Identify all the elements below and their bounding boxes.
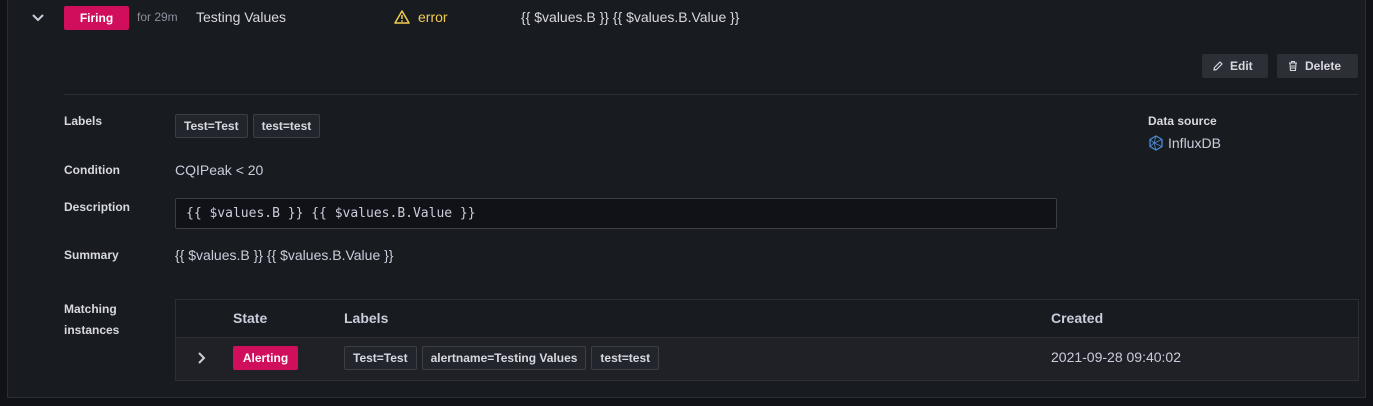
instances-table-header: State Labels Created <box>176 300 1358 338</box>
datasource-value: InfluxDB <box>1148 135 1221 151</box>
summary-value: {{ $values.B }} {{ $values.B.Value }} <box>175 247 394 263</box>
edit-button-label: Edit <box>1230 59 1253 73</box>
section-divider <box>64 94 1358 95</box>
labels-title: Labels <box>64 114 103 128</box>
instance-labels: Test=Test alertname=Testing Values test=… <box>344 346 660 370</box>
description-title: Description <box>64 200 131 214</box>
column-header-state[interactable]: State <box>233 310 267 326</box>
instance-state-badge: Alerting <box>233 346 298 370</box>
label-tag: test=test <box>591 346 660 370</box>
matching-title-line1: Matching <box>64 302 117 316</box>
collapse-rule-toggle[interactable] <box>28 8 48 28</box>
condition-title: Condition <box>64 163 120 177</box>
trash-icon <box>1289 60 1297 72</box>
rule-state-duration: for 29m <box>137 10 178 24</box>
summary-title: Summary <box>64 248 119 262</box>
pen-icon <box>1213 61 1223 71</box>
influxdb-icon <box>1149 135 1163 151</box>
label-tag: Test=Test <box>344 346 417 370</box>
rule-labels: Test=Test test=test <box>175 114 321 138</box>
rule-state-badge: Firing <box>64 6 129 30</box>
instance-created: 2021-09-28 09:40:02 <box>1051 349 1181 365</box>
column-header-created[interactable]: Created <box>1051 310 1103 326</box>
edit-button[interactable]: Edit <box>1202 54 1268 78</box>
chevron-down-icon <box>32 14 44 22</box>
alert-rule-panel: Firing for 29m Testing Values error {{ $… <box>7 0 1366 398</box>
condition-value: CQIPeak < 20 <box>175 162 264 178</box>
datasource-name: InfluxDB <box>1168 135 1221 151</box>
table-row: Alerting Test=Test alertname=Testing Val… <box>176 338 1358 380</box>
rule-health-text: error <box>418 9 448 25</box>
delete-button-label: Delete <box>1305 59 1342 73</box>
chevron-right-icon <box>198 352 206 364</box>
label-tag: test=test <box>252 114 321 138</box>
instances-table: State Labels Created Alerting Test=Test … <box>175 299 1359 381</box>
warning-triangle-icon <box>394 10 410 24</box>
matching-instances-title: Matching instances <box>64 299 119 341</box>
label-tag: alertname=Testing Values <box>421 346 587 370</box>
matching-title-line2: instances <box>64 323 120 337</box>
column-header-labels[interactable]: Labels <box>344 310 388 326</box>
rule-name: Testing Values <box>196 9 287 25</box>
expand-instance-toggle[interactable] <box>192 348 210 368</box>
delete-button[interactable]: Delete <box>1277 54 1358 78</box>
label-tag: Test=Test <box>175 114 248 138</box>
rule-summary: {{ $values.B }} {{ $values.B.Value }} <box>521 9 740 25</box>
datasource-title: Data source <box>1148 114 1217 128</box>
description-box: {{ $values.B }} {{ $values.B.Value }} <box>175 198 1057 229</box>
rule-health: error <box>394 9 448 25</box>
